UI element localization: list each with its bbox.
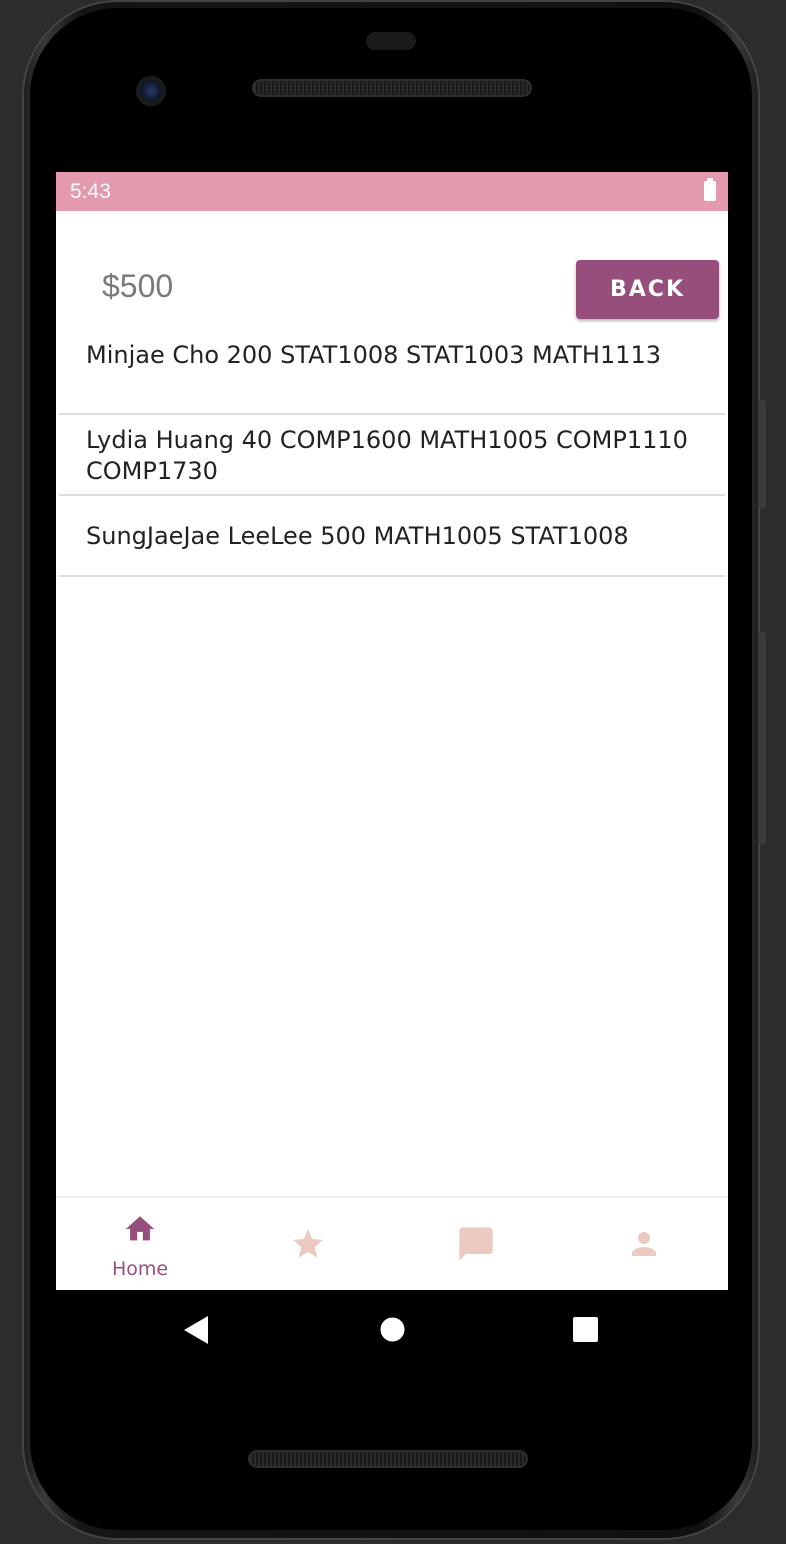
nav-item-messages[interactable]	[392, 1198, 560, 1290]
status-time: 5:43	[70, 180, 111, 203]
top-speaker-grille	[252, 79, 532, 97]
nav-label-home: Home	[111, 1258, 169, 1280]
back-nav-icon[interactable]	[184, 1316, 210, 1348]
list-item[interactable]: Lydia Huang 40 COMP1600 MATH1005 COMP111…	[59, 415, 725, 496]
nav-item-profile[interactable]	[560, 1198, 728, 1290]
system-navigation-bar	[56, 1290, 728, 1370]
balance-amount: $500	[102, 268, 174, 304]
back-button[interactable]: BACK	[576, 260, 719, 319]
star-icon	[290, 1226, 326, 1266]
power-button	[758, 400, 766, 508]
nav-item-favorites[interactable]	[224, 1198, 392, 1290]
bottom-speaker-grille	[248, 1450, 528, 1468]
chat-icon	[456, 1224, 496, 1268]
list-item[interactable]: SungJaeJae LeeLee 500 MATH1005 STAT1008	[59, 496, 725, 577]
bottom-navigation: Home	[56, 1196, 728, 1290]
person-icon	[626, 1226, 662, 1266]
list-item[interactable]: Minjae Cho 200 STAT1008 STAT1003 MATH111…	[59, 320, 725, 415]
status-bar: 5:43	[56, 172, 728, 211]
nav-item-home[interactable]: Home	[56, 1198, 224, 1290]
home-icon	[122, 1212, 158, 1250]
tutor-list: Minjae Cho 200 STAT1008 STAT1003 MATH111…	[59, 320, 725, 577]
app-screen: 5:43 $500 BACK Minjae Cho 200 STAT1008 S…	[56, 172, 728, 1290]
earpiece-slot	[366, 32, 416, 50]
front-camera	[136, 76, 166, 106]
home-nav-icon[interactable]	[380, 1317, 405, 1346]
volume-button	[758, 632, 766, 844]
recents-nav-icon[interactable]	[573, 1317, 598, 1346]
battery-icon	[704, 178, 716, 201]
